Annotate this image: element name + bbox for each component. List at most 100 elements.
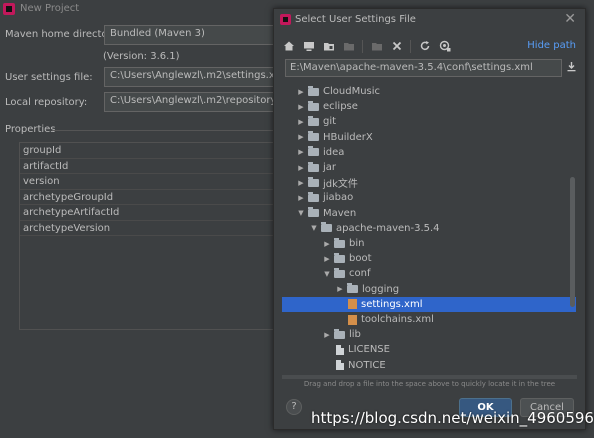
xml-file-icon	[348, 314, 357, 325]
tree-node-label: jar	[323, 162, 337, 173]
folder-icon	[334, 267, 345, 278]
tree-node-label: toolchains.xml	[361, 314, 434, 325]
properties-table[interactable]: groupId artifactId version archetypeGroupId…	[19, 142, 277, 330]
folder-icon	[321, 222, 332, 233]
delete-icon[interactable]	[390, 40, 403, 53]
tree-node[interactable]: ▼ Maven	[282, 206, 576, 221]
close-icon[interactable]: ✕	[564, 11, 576, 27]
tree-node[interactable]: ▶ logging	[282, 282, 576, 297]
tree-node[interactable]: ▶ git	[282, 114, 576, 129]
tree-node-label: settings.xml	[361, 298, 423, 310]
maven-version-text: (Version: 3.6.1)	[103, 51, 180, 62]
collapsed-arrow-icon[interactable]: ▶	[296, 164, 306, 172]
tree-node-label: lib	[349, 329, 361, 341]
tree-node[interactable]: ▶ HBuilderX	[282, 130, 576, 145]
file-icon	[336, 344, 344, 355]
folder-icon	[334, 252, 345, 263]
tree-scrollbar[interactable]	[570, 177, 575, 307]
intellij-logo-icon	[280, 14, 291, 25]
intellij-logo-icon	[3, 3, 15, 15]
folder-icon	[308, 207, 319, 218]
tree-node-label: HBuilderX	[323, 131, 373, 143]
refresh-icon[interactable]	[418, 40, 431, 53]
folder-icon	[334, 237, 345, 248]
expanded-arrow-icon[interactable]: ▼	[296, 209, 306, 217]
expanded-arrow-icon[interactable]: ▼	[309, 224, 319, 232]
property-row[interactable]: version	[20, 174, 276, 190]
tree-node[interactable]: ▼ conf	[282, 266, 576, 281]
tree-node[interactable]: ▶ eclipse	[282, 99, 576, 114]
collapsed-arrow-icon[interactable]: ▶	[296, 133, 306, 141]
expanded-arrow-icon[interactable]: ▼	[322, 270, 332, 278]
property-row[interactable]: archetypeVersion	[20, 221, 276, 236]
folder-icon	[308, 131, 319, 142]
tree-node[interactable]: ▶ idea	[282, 145, 576, 160]
tree-node[interactable]: NOTICE	[282, 358, 576, 373]
file-chooser-toolbar	[282, 38, 451, 54]
collapsed-arrow-icon[interactable]: ▶	[322, 240, 332, 248]
tree-node[interactable]: ▶ boot	[282, 251, 576, 266]
file-icon	[336, 360, 344, 371]
folder-icon	[308, 191, 319, 202]
toolbar-separator	[362, 39, 363, 53]
tree-node[interactable]: toolchains.xml	[282, 312, 576, 327]
help-button[interactable]: ?	[286, 399, 302, 415]
tree-node[interactable]: ▶ CloudMusic	[282, 84, 576, 99]
dialog-title: Select User Settings File	[295, 14, 416, 25]
show-hidden-icon[interactable]	[438, 40, 451, 53]
dialog-title-bar: Select User Settings File ✕	[274, 9, 585, 31]
tree-node[interactable]: ▶ lib	[282, 327, 576, 342]
maven-home-dropdown[interactable]: Bundled (Maven 3)	[104, 25, 276, 45]
tree-node-label: idea	[323, 146, 345, 158]
maven-home-label: Maven home directory:	[5, 29, 121, 40]
collapsed-arrow-icon[interactable]: ▶	[322, 331, 332, 339]
folder-icon	[308, 100, 319, 111]
tree-node-label: boot	[349, 253, 372, 265]
home-icon[interactable]	[282, 40, 295, 53]
properties-header: Properties	[5, 124, 56, 135]
tree-node-label: Maven	[323, 207, 357, 219]
download-icon[interactable]	[566, 61, 577, 75]
tree-node[interactable]: LICENSE	[282, 342, 576, 357]
tree-node-label: git	[323, 116, 337, 128]
tree-node[interactable]: ▶ jdk文件	[282, 175, 576, 190]
tree-node[interactable]: ▶ bin	[282, 236, 576, 251]
collapsed-arrow-icon[interactable]: ▶	[296, 179, 306, 187]
collapsed-arrow-icon[interactable]: ▶	[296, 194, 306, 202]
tree-node[interactable]: ▶ jar	[282, 160, 576, 175]
property-row[interactable]: groupId	[20, 143, 276, 159]
tree-node-label: jdk文件	[323, 179, 358, 191]
property-row[interactable]: archetypeArtifactId	[20, 205, 276, 221]
tree-node[interactable]: ▼ apache-maven-3.5.4	[282, 221, 576, 236]
select-settings-dialog: Select User Settings File ✕ Hide path E:…	[273, 8, 586, 430]
hide-path-link[interactable]: Hide path	[527, 40, 576, 51]
tree-horizontal-scrollbar[interactable]	[282, 375, 577, 379]
tree-node-label: jiabao	[323, 192, 354, 204]
xml-file-icon	[348, 299, 357, 310]
local-repository-field[interactable]: C:\Users\Anglewzl\.m2\repository	[104, 92, 276, 112]
new-folder-icon[interactable]	[370, 40, 383, 53]
property-row[interactable]: archetypeGroupId	[20, 190, 276, 205]
collapsed-arrow-icon[interactable]: ▶	[296, 103, 306, 111]
tree-node[interactable]: ▶ jiabao	[282, 190, 576, 205]
window-title: New Project	[20, 3, 80, 14]
collapsed-arrow-icon[interactable]: ▶	[296, 148, 306, 156]
collapsed-arrow-icon[interactable]: ▶	[322, 255, 332, 263]
property-row[interactable]: artifactId	[20, 159, 276, 174]
desktop-icon[interactable]	[302, 40, 315, 53]
drag-drop-hint: Drag and drop a file into the space abov…	[303, 380, 556, 388]
user-settings-label: User settings file:	[5, 72, 93, 83]
folder-icon	[308, 85, 319, 96]
tree-node-label: LICENSE	[348, 344, 390, 356]
collapsed-arrow-icon[interactable]: ▶	[296, 88, 306, 96]
collapsed-arrow-icon[interactable]: ▶	[335, 285, 345, 293]
project-icon[interactable]	[322, 40, 335, 53]
user-settings-field[interactable]: C:\Users\Anglewzl\.m2\settings.xml	[104, 67, 276, 87]
collapsed-arrow-icon[interactable]: ▶	[296, 118, 306, 126]
path-input[interactable]: E:\Maven\apache-maven-3.5.4\conf\setting…	[285, 59, 562, 77]
tree-node[interactable]: settings.xml	[282, 296, 576, 312]
module-icon[interactable]	[342, 40, 355, 53]
file-tree[interactable]: README.txtNOTICELICENSE▶libtoolchains.xm…	[282, 79, 577, 379]
tree-node-label: eclipse	[323, 101, 358, 113]
tree-node-label: CloudMusic	[323, 86, 381, 97]
